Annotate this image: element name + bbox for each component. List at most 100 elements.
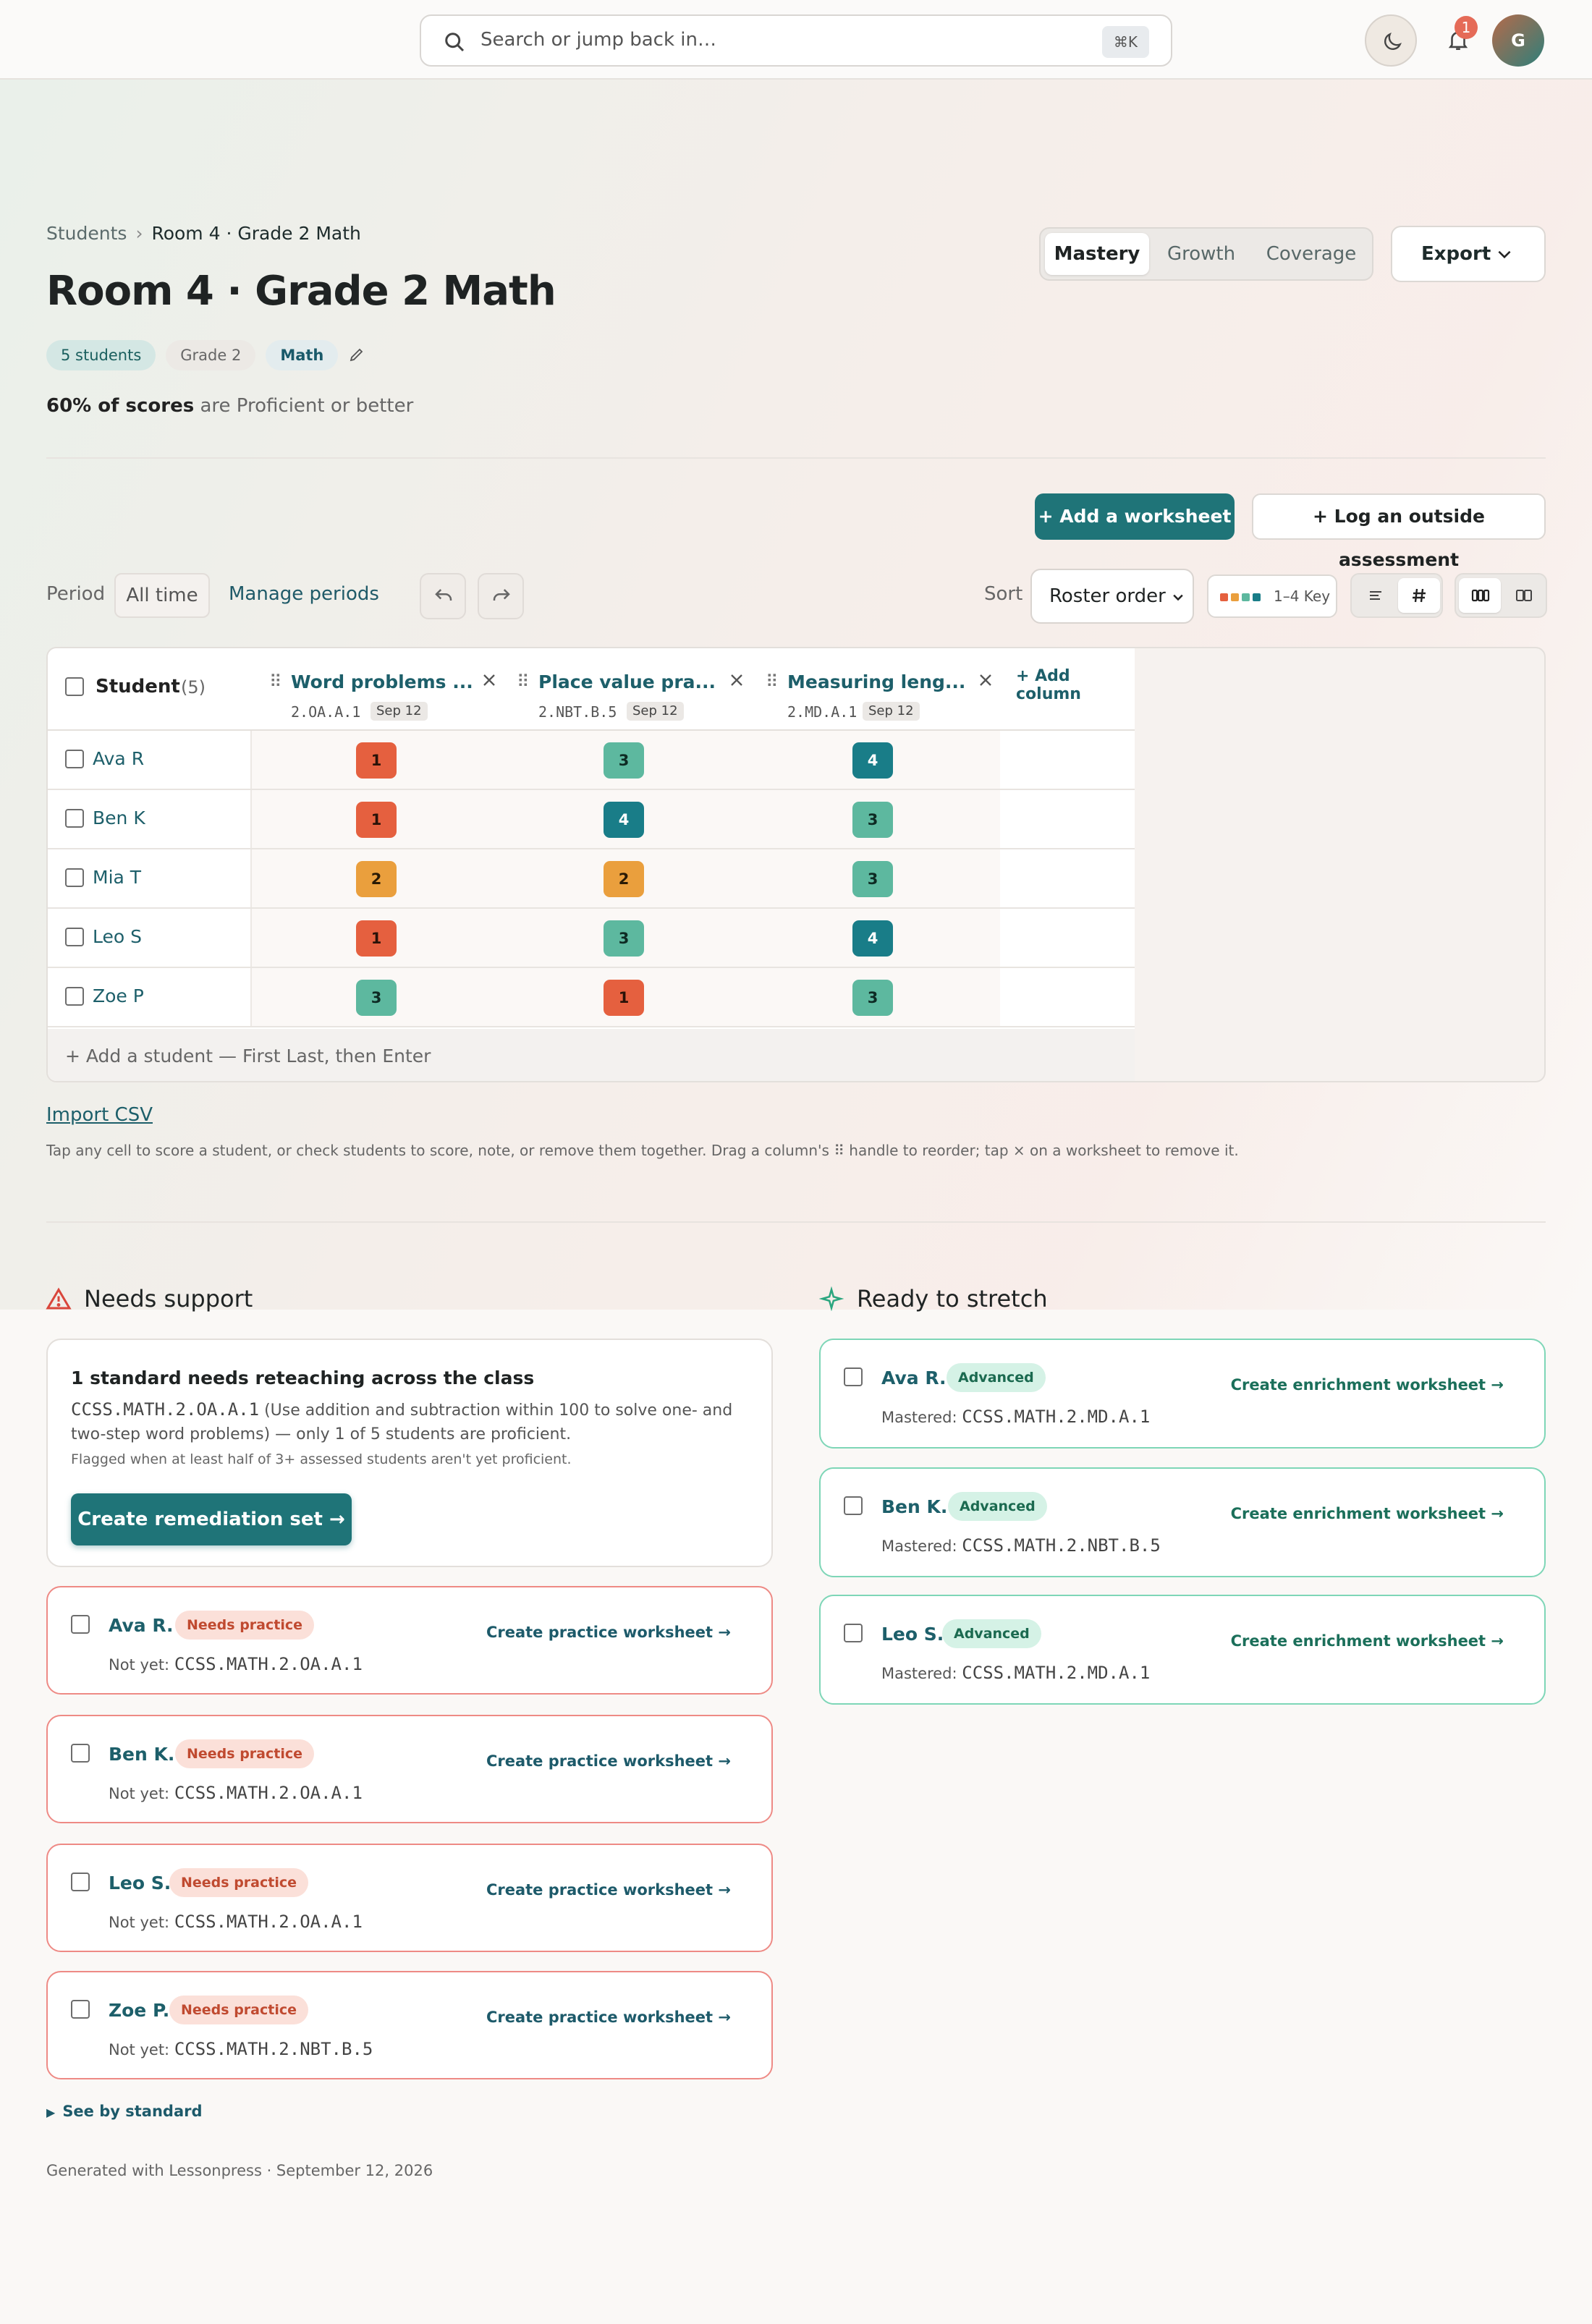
- sort-select[interactable]: Roster order: [1030, 569, 1194, 624]
- row-checkbox[interactable]: [65, 809, 84, 828]
- manage-periods-link[interactable]: Manage periods: [229, 583, 379, 605]
- search-placeholder: Search or jump back in…: [480, 29, 717, 51]
- create-enrichment-worksheet-link[interactable]: Create enrichment worksheet →: [1231, 1376, 1504, 1394]
- student-checkbox[interactable]: [71, 2000, 90, 2019]
- compact-columns-button[interactable]: [1459, 578, 1501, 613]
- close-icon[interactable]: [975, 670, 996, 690]
- standard-prefix: Mastered:: [881, 1665, 962, 1682]
- avatar[interactable]: G: [1492, 14, 1544, 67]
- close-icon[interactable]: [479, 670, 499, 690]
- top-bar: Search or jump back in… ⌘K 1 G: [0, 0, 1592, 80]
- add-column-button[interactable]: + Add column: [1016, 667, 1135, 703]
- student-checkbox[interactable]: [844, 1496, 863, 1515]
- score-cell[interactable]: 3: [852, 980, 893, 1016]
- needs-practice-badge: Needs practice: [169, 1868, 308, 1897]
- score-cell[interactable]: 3: [852, 802, 893, 838]
- student-checkbox[interactable]: [71, 1744, 90, 1763]
- column-header-measuring-length[interactable]: ⠿ Measuring leng... 2.MD.A.1 Sep 12: [766, 658, 997, 724]
- score-cell[interactable]: 4: [852, 742, 893, 779]
- wide-columns-button[interactable]: [1502, 578, 1544, 613]
- create-practice-worksheet-link[interactable]: Create practice worksheet →: [486, 1881, 731, 1899]
- edit-class-button[interactable]: [348, 340, 370, 370]
- student-name[interactable]: Ben K: [93, 807, 145, 828]
- score-cell[interactable]: 4: [604, 802, 644, 838]
- student-standard: Not yet: CCSS.MATH.2.NBT.B.5: [109, 2039, 373, 2059]
- tab-growth[interactable]: Growth: [1151, 233, 1252, 275]
- export-button[interactable]: Export: [1391, 226, 1546, 282]
- align-left-icon: [1370, 591, 1381, 600]
- key-swatch-2: [1231, 593, 1239, 601]
- drag-handle-icon[interactable]: ⠿: [269, 671, 282, 692]
- student-name[interactable]: Ava R: [93, 748, 144, 769]
- column-standard-code: 2.OA.A.1: [291, 703, 361, 721]
- row-checkbox[interactable]: [65, 987, 84, 1006]
- row-checkbox[interactable]: [65, 750, 84, 768]
- score-cell[interactable]: 1: [356, 920, 397, 957]
- student-name: Leo S.: [109, 1873, 172, 1893]
- period-all-time[interactable]: All time: [114, 573, 210, 618]
- create-remediation-button[interactable]: Create remediation set →: [71, 1493, 352, 1545]
- breadcrumb-root[interactable]: Students: [46, 223, 127, 244]
- score-cell[interactable]: 1: [356, 742, 397, 779]
- ready-to-stretch-heading: Ready to stretch: [857, 1285, 1048, 1312]
- text-mode-button[interactable]: [1355, 578, 1397, 613]
- student-checkbox[interactable]: [71, 1615, 90, 1634]
- select-all-checkbox[interactable]: [65, 677, 84, 696]
- create-enrichment-worksheet-link[interactable]: Create enrichment worksheet →: [1231, 1505, 1504, 1522]
- student-name[interactable]: Leo S: [93, 926, 142, 947]
- student-checkbox[interactable]: [71, 1873, 90, 1891]
- column-header-word-problems[interactable]: ⠿ Word problems ... 2.OA.A.1 Sep 12: [269, 658, 501, 724]
- create-enrichment-worksheet-link[interactable]: Create enrichment worksheet →: [1231, 1632, 1504, 1650]
- score-cell[interactable]: 3: [852, 861, 893, 897]
- see-by-standard-toggle[interactable]: ▶ See by standard: [46, 2103, 203, 2120]
- student-checkbox[interactable]: [844, 1367, 863, 1386]
- chevron-down-icon: [1498, 250, 1511, 259]
- score-cell[interactable]: 2: [604, 861, 644, 897]
- score-cell[interactable]: 2: [356, 861, 397, 897]
- add-worksheet-button[interactable]: + Add a worksheet: [1035, 493, 1235, 540]
- split-columns-icon: [1516, 590, 1532, 601]
- score-cell[interactable]: 3: [356, 980, 397, 1016]
- reteach-summary-card: 1 standard needs reteaching across the c…: [46, 1339, 773, 1567]
- student-name[interactable]: Zoe P: [93, 985, 144, 1006]
- standard-code: CCSS.MATH.2.NBT.B.5: [962, 1535, 1161, 1556]
- subject-chip: Math: [266, 340, 339, 370]
- row-checkbox[interactable]: [65, 868, 84, 887]
- column-header-place-value[interactable]: ⠿ Place value pra... 2.NBT.B.5 Sep 12: [517, 658, 748, 724]
- student-name: Ben K.: [109, 1744, 175, 1765]
- add-student-input[interactable]: + Add a student — First Last, then Enter: [48, 1029, 1135, 1081]
- close-icon[interactable]: [727, 670, 747, 690]
- student-name[interactable]: Mia T: [93, 867, 141, 888]
- score-cell[interactable]: 3: [604, 920, 644, 957]
- create-practice-worksheet-link[interactable]: Create practice worksheet →: [486, 2009, 731, 2026]
- student-checkbox[interactable]: [844, 1624, 863, 1642]
- summary-bold: 60% of scores: [46, 395, 195, 417]
- score-cell[interactable]: 3: [604, 742, 644, 779]
- undo-button[interactable]: [420, 573, 466, 619]
- standard-prefix: Not yet:: [109, 1785, 174, 1802]
- create-practice-worksheet-link[interactable]: Create practice worksheet →: [486, 1624, 731, 1641]
- search-bar[interactable]: Search or jump back in… ⌘K: [420, 14, 1172, 67]
- redo-button[interactable]: [478, 573, 524, 619]
- number-mode-button[interactable]: [1398, 578, 1440, 613]
- import-csv-link[interactable]: Import CSV: [46, 1104, 153, 1126]
- drag-handle-icon[interactable]: ⠿: [766, 671, 779, 692]
- row-checkbox[interactable]: [65, 928, 84, 946]
- score-key-button[interactable]: 1–4 Key: [1207, 574, 1337, 618]
- theme-toggle-button[interactable]: [1365, 14, 1417, 67]
- score-cell[interactable]: 1: [604, 980, 644, 1016]
- stretch-student-card: Ava R. Advanced Mastered: CCSS.MATH.2.MD…: [819, 1339, 1546, 1449]
- log-assessment-button[interactable]: + Log an outside assessment: [1252, 493, 1546, 570]
- score-cell[interactable]: 1: [356, 802, 397, 838]
- score-cell[interactable]: 4: [852, 920, 893, 957]
- warning-icon: [46, 1287, 72, 1310]
- drag-handle-icon[interactable]: ⠿: [517, 671, 530, 692]
- tab-coverage[interactable]: Coverage: [1253, 233, 1369, 275]
- class-chips: 5 students Grade 2 Math: [46, 340, 370, 370]
- divider: [46, 457, 1546, 459]
- create-practice-worksheet-link[interactable]: Create practice worksheet →: [486, 1752, 731, 1770]
- student-standard: Not yet: CCSS.MATH.2.OA.A.1: [109, 1783, 363, 1803]
- export-label: Export: [1421, 243, 1491, 265]
- tab-mastery[interactable]: Mastery: [1045, 233, 1149, 275]
- standard-code: CCSS.MATH.2.MD.A.1: [962, 1407, 1151, 1427]
